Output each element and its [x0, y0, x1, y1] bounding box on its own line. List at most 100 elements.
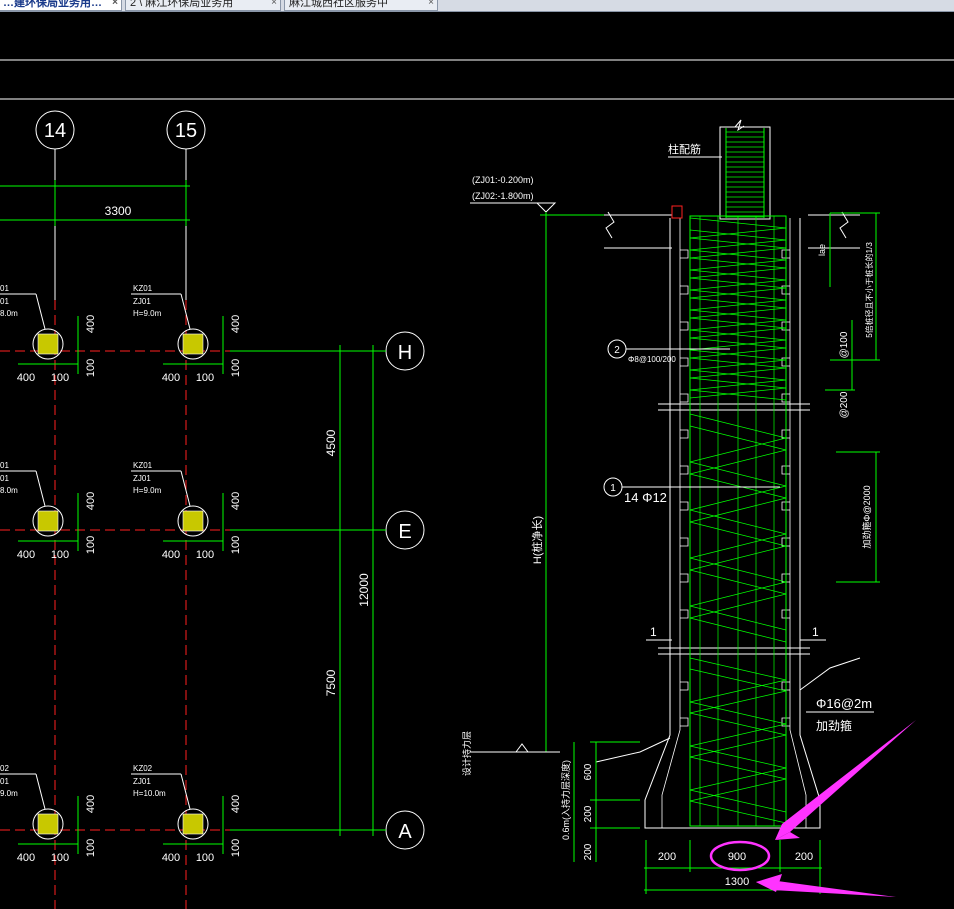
pile-kz-label: 01 — [0, 461, 9, 470]
level-zj01: (ZJ01:-0.200m) — [472, 175, 534, 185]
column-rebar — [725, 128, 765, 218]
dim-100: 100 — [196, 852, 214, 864]
pile-h-label: 9.0m — [0, 789, 18, 798]
dim-400: 400 — [85, 795, 97, 813]
leader-line — [35, 293, 46, 330]
tab-document-1[interactable]: …建环保局业务用… × — [0, 0, 122, 11]
axis-label-15: 15 — [175, 120, 197, 142]
dim-bottom-200-left: 200 — [658, 851, 676, 863]
pile-cap[interactable]: 400 100 400 100 01 01 8.0m — [0, 284, 97, 384]
dim-400: 400 — [162, 852, 180, 864]
dim-bottom-900: 900 — [728, 851, 746, 863]
annotation-arrow-icon — [775, 720, 916, 840]
dim-400: 400 — [85, 492, 97, 510]
dim-200: 200 — [583, 805, 594, 822]
liner-segment — [680, 573, 689, 583]
dim-100: 100 — [85, 359, 97, 377]
level-mark-icon — [515, 743, 529, 753]
column-square — [37, 510, 59, 532]
pile-h-label: H=9.0m — [133, 309, 162, 318]
pile-kz-label: 01 — [0, 284, 9, 293]
dim-100: 100 — [51, 852, 69, 864]
dim-400: 400 — [162, 549, 180, 561]
pile-h-label: H=9.0m — [133, 486, 162, 495]
rebar-cage-bars — [689, 216, 787, 826]
dim-100: 100 — [85, 536, 97, 554]
tab-document-2[interactable]: 2 \ 麻江环保局业务用 × — [125, 0, 281, 11]
pile-cap[interactable]: 400 100 400 100 02 01 9.0m — [0, 764, 97, 864]
liner-segment — [680, 465, 689, 475]
column-square — [182, 813, 204, 835]
dim-100: 100 — [85, 839, 97, 857]
dim-100: 100 — [230, 536, 242, 554]
callout-label-1: 1 — [610, 483, 616, 494]
column-outline — [719, 126, 771, 220]
pile-zj-label: 01 — [0, 777, 9, 786]
tab-label: 2 \ 麻江环保局业务用 — [130, 0, 234, 9]
liner-segment — [680, 609, 689, 619]
leader-line — [799, 657, 861, 691]
dim-3300: 3300 — [105, 204, 132, 218]
dim-bottom-200-right: 200 — [795, 851, 813, 863]
pile-zj-label: ZJ01 — [133, 297, 151, 306]
pile-h-label: 8.0m — [0, 309, 18, 318]
liner-segment — [680, 501, 689, 511]
dim-100: 100 — [51, 549, 69, 561]
level-mark-icon — [535, 202, 557, 213]
dim-400: 400 — [17, 372, 35, 384]
document-tab-bar: …建环保局业务用… × 2 \ 麻江环保局业务用 × 麻江城西社区服务中 × — [0, 0, 954, 12]
break-symbol — [605, 211, 615, 239]
dim-200-lower: 200 — [583, 843, 594, 860]
dim-100: 100 — [196, 549, 214, 561]
dim-100: 100 — [230, 359, 242, 377]
axis-label-H: H — [398, 342, 412, 364]
dim-400: 400 — [85, 315, 97, 333]
dim-400: 400 — [162, 372, 180, 384]
tab-label: …建环保局业务用… — [3, 0, 102, 9]
pile-liner — [661, 218, 681, 828]
liner-segment — [680, 393, 689, 403]
pile-kz-label: 02 — [0, 764, 9, 773]
pile-cap[interactable]: 400 100 400 100 01 01 8.0m — [0, 461, 97, 561]
liner-segment — [680, 537, 689, 547]
cad-drawing-canvas[interactable]: 14 15 H E A 3300 4500 12000 7500 400 100… — [0, 12, 954, 909]
hoop-label: 加劲箍Φ@2000 — [861, 485, 872, 548]
liner-segment — [680, 681, 689, 691]
liner-segment — [680, 321, 689, 331]
close-icon[interactable]: × — [112, 0, 118, 8]
dim-600: 600 — [583, 763, 594, 780]
dim-100: 100 — [230, 839, 242, 857]
tab-label: 麻江城西社区服务中 — [289, 0, 388, 9]
pile-zj-label: 01 — [0, 474, 9, 483]
dim-400: 400 — [230, 795, 242, 813]
liner-segment — [680, 357, 689, 367]
level-zj02: (ZJ02:-1.800m) — [472, 191, 534, 201]
pile-net-length-label: H(桩净长) — [530, 516, 544, 564]
liner-segment — [680, 429, 689, 439]
spacing-100-label: @100 — [839, 331, 850, 358]
ring-bar-label: Φ16@2m — [816, 696, 872, 711]
pile-h-label: H=10.0m — [133, 789, 166, 798]
close-icon[interactable]: × — [428, 0, 434, 8]
dim-bottom-1300: 1300 — [725, 876, 749, 888]
dim-100: 100 — [196, 372, 214, 384]
dim-4500: 4500 — [324, 429, 338, 456]
pile-plan-view: 14 15 H E A 3300 4500 12000 7500 400 100… — [0, 110, 425, 909]
column-square — [37, 333, 59, 355]
pile-zj-label: 01 — [0, 297, 9, 306]
dim-7500: 7500 — [324, 669, 338, 696]
dim-12000: 12000 — [357, 573, 371, 607]
pile-rows: 400 100 400 100 01 01 8.0m 400 100 400 100 KZ01 ZJ01… — [0, 284, 242, 864]
leader-line — [35, 470, 46, 507]
liner-segment — [680, 249, 689, 259]
column-square — [182, 333, 204, 355]
close-icon[interactable]: × — [271, 0, 277, 8]
dim-400: 400 — [17, 852, 35, 864]
column-bars-label: 柱配筋 — [668, 142, 701, 156]
dim-400: 400 — [17, 549, 35, 561]
bearing-stratum-label: 设计持力层 — [461, 731, 472, 776]
tab-document-3[interactable]: 麻江城西社区服务中 × — [284, 0, 438, 11]
section-mark-right: 1 — [812, 625, 819, 639]
pile-liner — [789, 218, 807, 828]
lae-label: lae — [817, 244, 827, 256]
